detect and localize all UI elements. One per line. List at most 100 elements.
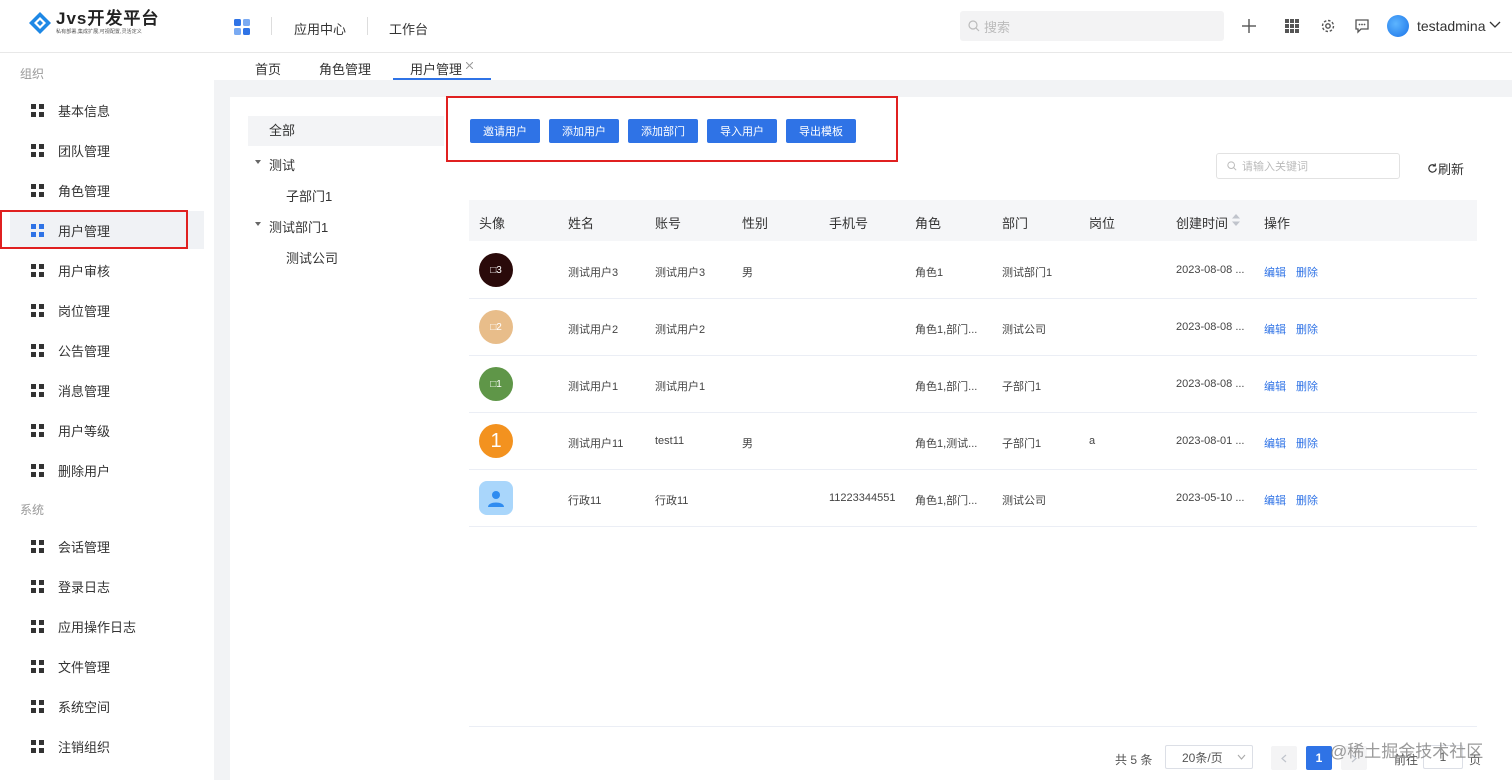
sidebar-item[interactable]: 用户等级 (10, 411, 204, 449)
tree-node[interactable]: 测试 (269, 155, 295, 174)
tree-node[interactable]: 子部门1 (286, 186, 332, 205)
grid-icon (31, 579, 44, 593)
sidebar-item-label: 岗位管理 (58, 303, 111, 319)
sidebar-item-label: 消息管理 (58, 383, 111, 399)
tree-node[interactable]: 测试公司 (286, 248, 338, 267)
apps-grid-icon[interactable] (1283, 17, 1301, 35)
nav-app-center[interactable]: 应用中心 (294, 19, 346, 38)
delete-link[interactable]: 删除 (1296, 378, 1318, 394)
message-icon[interactable] (1353, 17, 1371, 35)
sidebar-item[interactable]: 消息管理 (10, 371, 204, 409)
sidebar-item[interactable]: 会话管理 (10, 527, 204, 565)
row-divider (469, 469, 1477, 470)
watermark: @稀土掘金技术社区 (1330, 742, 1484, 761)
grid-icon (31, 183, 44, 197)
grid-icon (31, 383, 44, 397)
sidebar-item[interactable]: 登录日志 (10, 567, 204, 605)
prev-page-button[interactable] (1271, 746, 1297, 770)
user-name[interactable]: testadmina (1417, 18, 1485, 34)
grid-icon (31, 539, 44, 553)
table-cell-role: 角色1,测试... (915, 438, 978, 450)
table-cell-gender: 男 (742, 267, 753, 279)
nav-workbench[interactable]: 工作台 (389, 19, 428, 38)
delete-link[interactable]: 删除 (1296, 321, 1318, 337)
tab-home[interactable]: 首页 (255, 59, 281, 78)
row-divider (469, 526, 1477, 527)
column-header: 手机号 (829, 216, 869, 231)
page-number-current[interactable]: 1 (1306, 746, 1332, 770)
total-count: 共 5 条 (1115, 753, 1153, 767)
table-cell-name: 测试用户2 (568, 324, 619, 336)
sidebar-item[interactable]: 注销组织 (10, 727, 204, 765)
tree-node[interactable]: 测试部门1 (269, 217, 328, 236)
delete-link[interactable]: 删除 (1296, 492, 1318, 508)
sidebar-item[interactable]: 团队管理 (10, 131, 204, 169)
delete-link[interactable]: 删除 (1296, 264, 1318, 280)
sort-icon[interactable] (1232, 214, 1240, 226)
keyword-placeholder: 请输入关键词 (1242, 161, 1308, 173)
plus-icon[interactable] (1240, 17, 1258, 35)
table-cell-role: 角色1,部门... (915, 324, 978, 336)
sidebar-item[interactable]: 岗位管理 (10, 291, 204, 329)
app-switcher-icon[interactable] (234, 19, 250, 35)
column-header: 操作 (1264, 216, 1291, 231)
refresh-label: 刷新 (1438, 162, 1465, 177)
search-placeholder: 搜索 (984, 19, 1011, 35)
table-cell-name: 行政11 (568, 495, 602, 507)
sidebar-item[interactable]: 用户审核 (10, 251, 204, 289)
tab-role-management[interactable]: 角色管理 (319, 59, 371, 78)
chevron-left-icon (1281, 754, 1287, 762)
table-cell-account: 行政11 (655, 495, 689, 507)
chevron-down-icon[interactable] (1489, 20, 1501, 30)
sidebar-item[interactable]: 文件管理 (10, 647, 204, 685)
refresh-icon (1428, 163, 1437, 173)
edit-link[interactable]: 编辑 (1264, 435, 1286, 451)
gear-icon[interactable] (1319, 17, 1337, 35)
delete-link[interactable]: 删除 (1296, 435, 1318, 451)
sidebar-item[interactable]: 应用操作日志 (10, 607, 204, 645)
sidebar-item[interactable]: 基本信息 (10, 91, 204, 129)
sidebar-item[interactable]: 系统空间 (10, 687, 204, 725)
table-cell-created: 2023-05-10 ... (1176, 492, 1245, 504)
column-header: 头像 (479, 216, 506, 231)
edit-link[interactable]: 编辑 (1264, 321, 1286, 337)
sidebar-group-system: 系统 (20, 503, 45, 517)
tab-user-management[interactable]: 用户管理 (410, 59, 462, 78)
sidebar-item[interactable]: 角色管理 (10, 171, 204, 209)
avatar: □2 (479, 310, 513, 344)
edit-link[interactable]: 编辑 (1264, 492, 1286, 508)
sidebar-item[interactable]: 删除用户 (10, 451, 204, 489)
caret-down-icon[interactable] (255, 160, 261, 164)
sidebar-item[interactable]: 公告管理 (10, 331, 204, 369)
grid-icon (31, 739, 44, 753)
refresh-button[interactable]: 刷新 (1427, 159, 1464, 178)
row-divider (469, 412, 1477, 413)
sidebar-item-label: 角色管理 (58, 183, 111, 199)
table-cell-name: 测试用户1 (568, 381, 619, 393)
user-avatar[interactable] (1387, 15, 1409, 37)
column-header: 角色 (915, 216, 942, 231)
caret-down-icon[interactable] (255, 222, 261, 226)
logo-title: Jvs开发平台 (56, 9, 160, 28)
edit-link[interactable]: 编辑 (1264, 378, 1286, 394)
logo[interactable]: Jvs开发平台 私有部署,集成扩展,可视配置,灵活定义 (28, 10, 159, 36)
edit-link[interactable]: 编辑 (1264, 264, 1286, 280)
chevron-down-icon (1237, 754, 1246, 760)
sidebar-item-label: 用户等级 (58, 423, 111, 439)
row-divider (469, 355, 1477, 356)
page-size-select[interactable]: 20条/页 (1165, 745, 1253, 769)
close-icon[interactable] (466, 62, 473, 69)
logo-icon (29, 12, 51, 34)
sidebar-item-label: 团队管理 (58, 143, 111, 159)
keyword-search-input[interactable]: 请输入关键词 (1216, 153, 1400, 179)
table-cell-dept: 测试公司 (1002, 495, 1046, 507)
user-icon (488, 491, 504, 507)
global-search-input[interactable]: 搜索 (960, 11, 1224, 41)
divider (367, 17, 368, 35)
avatar: □1 (479, 367, 513, 401)
tree-node-all[interactable]: 全部 (248, 116, 444, 146)
column-header-created-time[interactable]: 创建时间 (1176, 213, 1228, 232)
table-cell-name: 测试用户11 (568, 438, 624, 450)
table-cell-created: 2023-08-08 ... (1176, 264, 1245, 276)
column-header: 岗位 (1089, 216, 1116, 231)
